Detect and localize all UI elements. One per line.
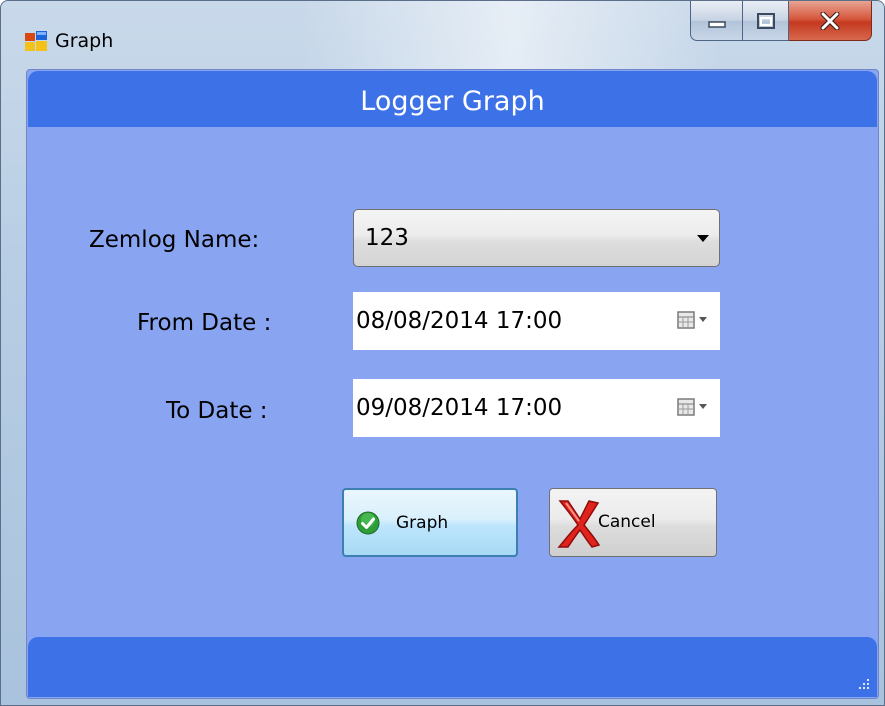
app-window-icon <box>25 31 47 51</box>
to-date-value: 09/08/2014 17:00 <box>356 395 563 421</box>
maximize-icon <box>756 12 775 29</box>
to-date-picker[interactable]: 09/08/2014 17:00 <box>353 379 720 437</box>
check-icon <box>356 511 380 535</box>
zemlog-name-value: 123 <box>365 225 409 251</box>
from-date-value: 08/08/2014 17:00 <box>356 308 563 334</box>
maximize-button[interactable] <box>743 1 789 41</box>
graph-window: Graph Logger Graph Zemlog Name: 123 From… <box>0 0 885 706</box>
caption-buttons <box>690 1 872 43</box>
title-bar[interactable]: Graph <box>1 1 884 69</box>
calendar-dropdown-icon[interactable] <box>676 397 710 417</box>
graph-button[interactable]: Graph <box>342 488 518 557</box>
minimize-button[interactable] <box>690 1 743 41</box>
to-date-label: To Date : <box>166 398 268 424</box>
chevron-down-icon[interactable] <box>697 235 709 242</box>
window-title: Graph <box>55 30 114 52</box>
footer-band <box>28 637 877 697</box>
close-icon <box>820 11 840 30</box>
cancel-button-label: Cancel <box>598 512 656 532</box>
from-date-label: From Date : <box>137 310 272 336</box>
close-button[interactable] <box>789 1 872 41</box>
form-title: Logger Graph <box>360 86 545 117</box>
from-date-picker[interactable]: 08/08/2014 17:00 <box>353 292 720 350</box>
resize-grip-icon[interactable] <box>857 677 871 691</box>
zemlog-name-select[interactable]: 123 <box>353 209 720 267</box>
zemlog-name-label: Zemlog Name: <box>89 227 260 253</box>
cancel-button[interactable]: Cancel <box>549 488 717 557</box>
form-client-area: Logger Graph Zemlog Name: 123 From Date … <box>26 69 879 699</box>
graph-button-label: Graph <box>396 513 449 533</box>
minimize-icon <box>707 20 726 28</box>
red-x-icon <box>557 500 600 548</box>
header-band: Logger Graph <box>28 71 877 127</box>
calendar-dropdown-icon[interactable] <box>676 310 710 330</box>
